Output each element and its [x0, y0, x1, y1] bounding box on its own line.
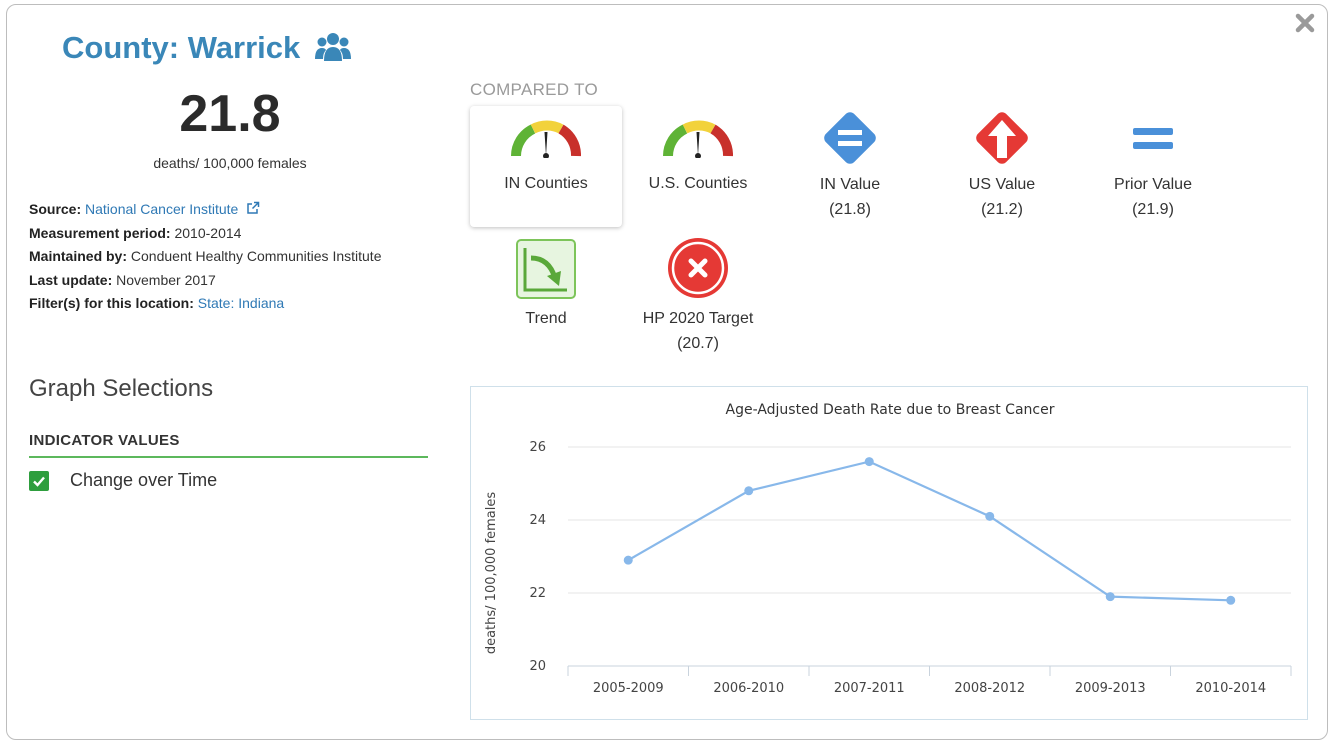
graph-selections-heading: Graph Selections — [29, 375, 214, 402]
x-tick-label: 2009-2013 — [1075, 681, 1146, 696]
x-ticks: 2005-2009 2006-2010 2007-2011 2008-2012 2009… — [567, 665, 1292, 696]
data-point[interactable] — [864, 457, 874, 467]
compare-prior-value-number: (21.9) — [1132, 201, 1174, 218]
update-row: Last update: November 2017 — [29, 269, 429, 293]
indicator-units: deaths/ 100,000 females — [153, 155, 307, 171]
compare-trend-label: Trend — [525, 310, 567, 327]
gauge-icon — [663, 120, 733, 158]
data-point[interactable] — [1105, 592, 1115, 602]
filter-link[interactable]: State: Indiana — [198, 295, 284, 311]
data-point[interactable] — [985, 511, 995, 521]
trend-down-icon — [516, 239, 576, 299]
series — [623, 457, 1236, 605]
page-title: County: Warrick — [62, 30, 352, 66]
compare-in-value-number: (21.8) — [829, 201, 871, 218]
trend-chart: Age-Adjusted Death Rate due to Breast Ca… — [470, 386, 1308, 720]
compare-in-counties-label: IN Counties — [504, 175, 588, 192]
group-icon — [315, 33, 352, 61]
period-value: 2010-2014 — [174, 224, 242, 241]
line-chart: Age-Adjusted Death Rate due to Breast Ca… — [484, 402, 1292, 696]
update-value: November 2017 — [116, 271, 216, 288]
x-tick-label: 2006-2010 — [713, 681, 784, 696]
y-axis-label: deaths/ 100,000 females — [484, 492, 499, 655]
compare-us-value[interactable]: US Value (21.2) — [926, 106, 1078, 227]
data-point[interactable] — [744, 486, 754, 496]
compare-us-value-label: US Value — [968, 176, 1036, 193]
maintained-row: Maintained by: Conduent Healthy Communit… — [29, 245, 429, 269]
compare-us-counties-label: U.S. Counties — [648, 175, 748, 192]
y-tick-label: 24 — [529, 513, 546, 528]
chart-title: Age-Adjusted Death Rate due to Breast Ca… — [726, 402, 1055, 418]
compare-hp2020-label: HP 2020 Target — [642, 310, 754, 327]
filter-label: Filter(s) for this location: — [29, 295, 194, 311]
compare-prior-value-label: Prior Value — [1114, 176, 1192, 193]
y-ticks: 20 22 24 26 — [529, 440, 546, 674]
maintained-label: Maintained by: — [29, 248, 128, 264]
equal-diamond-icon — [824, 112, 876, 164]
compare-in-counties[interactable]: IN Counties — [470, 106, 622, 227]
y-tick-label: 22 — [529, 586, 546, 601]
y-tick-label: 26 — [529, 440, 546, 455]
indicator-value: 21.8 — [179, 85, 281, 143]
x-tick-label: 2007-2011 — [834, 681, 905, 696]
maintained-value: Conduent Healthy Communities Institute — [130, 248, 382, 264]
compare-hp2020-number: (20.7) — [677, 335, 719, 352]
x-tick-label: 2008-2012 — [954, 681, 1025, 696]
external-link-icon[interactable] — [246, 201, 260, 215]
compare-trend[interactable]: Trend — [470, 236, 622, 356]
source-link[interactable]: National Cancer Institute — [85, 201, 238, 217]
change-over-time-label: Change over Time — [70, 470, 218, 490]
update-label: Last update: — [29, 271, 113, 288]
period-row: Measurement period: 2010-2014 — [29, 222, 429, 246]
series-line — [627, 460, 1231, 602]
change-over-time-checkbox[interactable] — [29, 470, 49, 491]
compare-us-value-number: (21.2) — [981, 201, 1023, 218]
compare-in-value[interactable]: IN Value (21.8) — [774, 106, 926, 227]
indicator-values-heading: INDICATOR VALUES — [29, 432, 428, 458]
equal-icon — [1133, 128, 1173, 149]
compare-hp2020-target[interactable]: HP 2020 Target (20.7) — [622, 236, 774, 356]
source-label: Source: — [29, 201, 82, 217]
close-icon[interactable] — [1293, 11, 1317, 35]
checkmark-icon — [33, 476, 45, 487]
county-title-text: County: Warrick — [62, 30, 301, 65]
compare-in-value-label: IN Value — [819, 176, 881, 193]
compare-prior-value[interactable]: Prior Value (21.9) — [1077, 106, 1229, 227]
x-circle-icon — [668, 238, 728, 298]
data-point[interactable] — [623, 555, 633, 565]
filter-row: Filter(s) for this location: State: Indi… — [29, 292, 429, 316]
change-over-time-option[interactable]: Change over Time — [29, 470, 217, 491]
compared-to-label: COMPARED TO — [470, 80, 598, 99]
x-tick-label: 2010-2014 — [1195, 681, 1266, 696]
gauge-icon — [511, 120, 581, 158]
compare-us-counties[interactable]: U.S. Counties — [622, 106, 774, 227]
indicator-metadata: Source: National Cancer Institute Measur… — [29, 198, 429, 316]
x-tick-label: 2005-2009 — [593, 681, 664, 696]
source-row: Source: National Cancer Institute — [29, 198, 429, 222]
gridlines — [568, 446, 1291, 594]
period-label: Measurement period: — [29, 224, 171, 241]
y-tick-label: 20 — [529, 659, 546, 674]
arrow-up-diamond-icon — [976, 112, 1028, 164]
data-point[interactable] — [1226, 595, 1236, 605]
